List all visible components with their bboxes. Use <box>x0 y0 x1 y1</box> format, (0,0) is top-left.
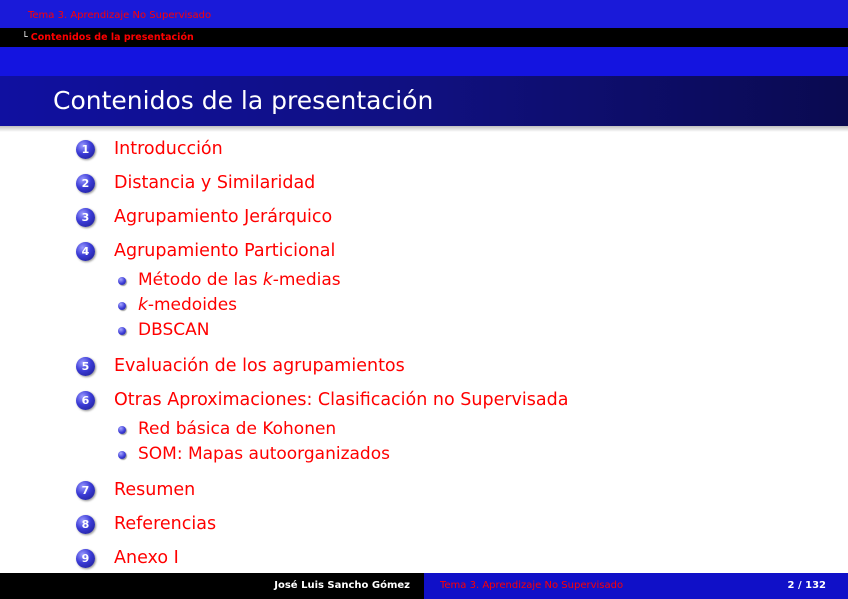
toc-number-badge: 4 <box>76 242 95 261</box>
subitem-text-prefix: Red básica de Kohonen <box>138 419 337 439</box>
toc-number-badge: 8 <box>76 515 95 534</box>
toc-subitem[interactable]: k-medoides <box>76 293 776 318</box>
toc-item-label[interactable]: Anexo I <box>114 545 179 571</box>
page-title: Contenidos de la presentación <box>53 86 434 115</box>
toc-item-label[interactable]: Referencias <box>114 511 216 537</box>
toc-subitem-label[interactable]: Método de las k-medias <box>138 268 341 293</box>
toc-item-label[interactable]: Otras Aproximaciones: Clasificación no S… <box>114 387 568 413</box>
toc-item[interactable]: 5 Evaluación de los agrupamientos <box>76 349 776 383</box>
subitem-text-math: k <box>262 270 273 290</box>
toc-subitem[interactable]: DBSCAN <box>76 318 776 343</box>
footer-bar: José Luis Sancho Gómez Tema 3. Aprendiza… <box>0 573 848 599</box>
toc-subitem-label[interactable]: k-medoides <box>138 293 237 318</box>
toc-item-label[interactable]: Introducción <box>114 136 223 162</box>
header-subsection-label: Contenidos de la presentación <box>30 32 194 43</box>
toc-item[interactable]: 4 Agrupamiento Particional <box>76 234 776 268</box>
footer-title-link[interactable]: Tema 3. Aprendizaje No Supervisado <box>440 573 623 599</box>
toc-number-badge: 6 <box>76 391 95 410</box>
toc-subitem[interactable]: Método de las k-medias <box>76 268 776 293</box>
subitem-text-prefix: Método de las <box>138 270 263 290</box>
toc-number-badge: 7 <box>76 481 95 500</box>
toc-subitem-label[interactable]: DBSCAN <box>138 318 209 343</box>
toc-item-label[interactable]: Distancia y Similaridad <box>114 170 315 196</box>
subitem-text-prefix: SOM: Mapas autoorganizados <box>138 444 390 464</box>
toc-item[interactable]: 3 Agrupamiento Jerárquico <box>76 200 776 234</box>
header-section-link[interactable]: Tema 3. Aprendizaje No Supervisado <box>28 10 211 22</box>
toc-number-badge: 2 <box>76 174 95 193</box>
subitem-text-math: k <box>138 295 148 315</box>
toc-item[interactable]: 1 Introducción <box>76 132 776 166</box>
bullet-icon <box>118 327 126 335</box>
table-of-contents: 1 Introducción 2 Distancia y Similaridad 3 Ag… <box>76 132 776 575</box>
footer-title-block: Tema 3. Aprendizaje No Supervisado 2 / 1… <box>424 573 848 599</box>
footer-page-number: 2 / 132 <box>787 580 826 591</box>
toc-number-badge: 5 <box>76 357 95 376</box>
subitem-text-suffix: -medoides <box>147 295 238 315</box>
toc-item-label[interactable]: Resumen <box>114 477 195 503</box>
bullet-icon <box>118 302 126 310</box>
subitem-text-prefix: DBSCAN <box>138 320 210 340</box>
bullet-icon <box>118 277 126 285</box>
toc-item[interactable]: 9 Anexo I <box>76 541 776 575</box>
toc-item[interactable]: 8 Referencias <box>76 507 776 541</box>
toc-subitem-label[interactable]: SOM: Mapas autoorganizados <box>138 442 390 467</box>
toc-subitem[interactable]: SOM: Mapas autoorganizados <box>76 442 776 467</box>
toc-number-badge: 3 <box>76 208 95 227</box>
toc-item[interactable]: 2 Distancia y Similaridad <box>76 166 776 200</box>
header-subsection[interactable]: └ Contenidos de la presentación <box>22 31 194 44</box>
toc-item[interactable]: 7 Resumen <box>76 473 776 507</box>
toc-number-badge: 1 <box>76 140 95 159</box>
toc-item[interactable]: 6 Otras Aproximaciones: Clasificación no … <box>76 383 776 417</box>
bullet-icon <box>118 426 126 434</box>
toc-item-label[interactable]: Agrupamiento Jerárquico <box>114 204 332 230</box>
toc-item-label[interactable]: Evaluación de los agrupamientos <box>114 353 405 379</box>
footer-author: José Luis Sancho Gómez <box>274 580 410 591</box>
toc-number-badge: 9 <box>76 549 95 568</box>
bullet-icon <box>118 451 126 459</box>
toc-item-label[interactable]: Agrupamiento Particional <box>114 238 335 264</box>
toc-subitem[interactable]: Red básica de Kohonen <box>76 417 776 442</box>
subitem-text-suffix: -medias <box>272 270 341 290</box>
tree-branch-icon: └ <box>22 32 28 43</box>
toc-subitem-label[interactable]: Red básica de Kohonen <box>138 417 336 442</box>
